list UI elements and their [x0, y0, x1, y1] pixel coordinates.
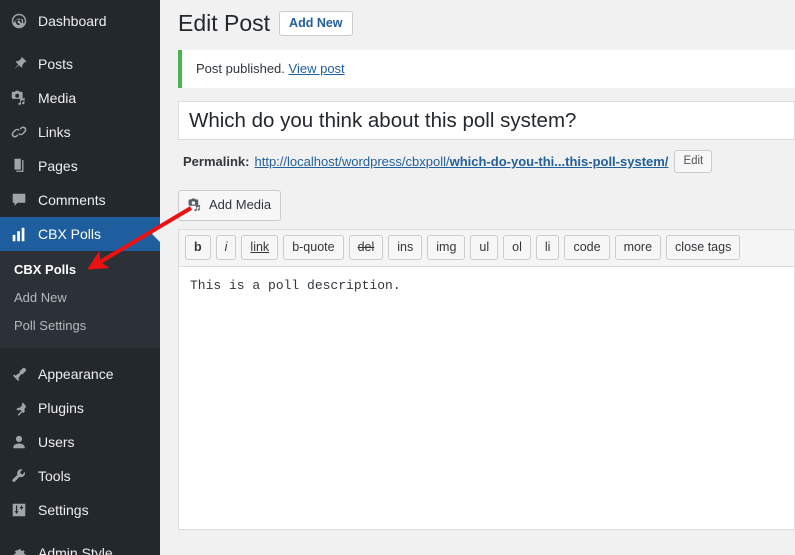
post-title-wrap [178, 101, 795, 140]
dashboard-icon [9, 11, 29, 31]
sidebar-item-label: Comments [38, 192, 106, 208]
media-buttons-row: Add Media [178, 181, 795, 229]
qt-button-b-quote[interactable]: b-quote [283, 235, 344, 260]
permalink-link[interactable]: http://localhost/wordpress/cbxpoll/which… [254, 154, 668, 169]
pages-icon [9, 156, 29, 176]
sidebar-item-label: CBX Polls [38, 226, 102, 242]
submenu-item-poll-settings[interactable]: Poll Settings [0, 312, 160, 340]
admin-sidebar: Dashboard Posts Media Links Pages Commen… [0, 0, 160, 555]
sidebar-item-media[interactable]: Media [0, 81, 160, 115]
sidebar-item-pages[interactable]: Pages [0, 149, 160, 183]
page-header: Edit Post Add New [160, 0, 795, 44]
permalink-base: http://localhost/wordpress/cbxpoll/ [254, 154, 450, 169]
pin-icon [9, 54, 29, 74]
page-title: Edit Post [178, 10, 271, 36]
post-content-textarea[interactable] [179, 267, 794, 529]
add-media-button[interactable]: Add Media [178, 190, 282, 221]
wp-admin-screen: Dashboard Posts Media Links Pages Commen… [0, 0, 795, 555]
media-icon [186, 195, 204, 215]
sidebar-item-tools[interactable]: Tools [0, 459, 160, 493]
sidebar-item-settings[interactable]: Settings [0, 493, 160, 527]
post-title-input[interactable] [189, 106, 784, 135]
menu-separator [0, 348, 160, 357]
sidebar-item-label: Media [38, 90, 77, 106]
sidebar-item-plugins[interactable]: Plugins [0, 391, 160, 425]
qt-button-i[interactable]: i [215, 235, 237, 260]
wrench-icon [9, 466, 29, 486]
qt-button-ins[interactable]: ins [388, 235, 423, 260]
menu-separator [0, 527, 160, 536]
qt-button-link[interactable]: link [241, 235, 279, 260]
sidebar-item-label: Tools [38, 468, 71, 484]
sidebar-item-label: Pages [38, 158, 78, 174]
quicktags-toolbar: b i link b-quote del ins img ul ol li co… [179, 230, 794, 267]
sidebar-item-label: Settings [38, 502, 89, 518]
qt-button-close-tags[interactable]: close tags [666, 235, 741, 260]
post-body: Permalink: http://localhost/wordpress/cb… [178, 101, 795, 530]
plug-icon [9, 398, 29, 418]
view-post-link[interactable]: View post [289, 61, 345, 76]
sidebar-item-users[interactable]: Users [0, 425, 160, 459]
sidebar-item-posts[interactable]: Posts [0, 47, 160, 81]
media-icon [9, 88, 29, 108]
chart-bars-icon [9, 224, 29, 244]
sidebar-item-label: Links [38, 124, 71, 140]
sidebar-item-label: Admin Style [38, 545, 113, 555]
sidebar-item-label: Appearance [38, 366, 114, 382]
sidebar-item-links[interactable]: Links [0, 115, 160, 149]
qt-button-b[interactable]: b [185, 235, 211, 260]
current-menu-notch [152, 226, 160, 242]
sidebar-item-label: Posts [38, 56, 74, 72]
content-editor: b i link b-quote del ins img ul ol li co… [178, 229, 795, 530]
permalink-label: Permalink: [183, 154, 250, 169]
gear-icon [9, 543, 29, 555]
sidebar-item-label: Dashboard [38, 13, 107, 29]
paintbrush-icon [9, 364, 29, 384]
user-icon [9, 432, 29, 452]
add-new-button[interactable]: Add New [279, 11, 353, 36]
edit-slug-button[interactable]: Edit [674, 150, 713, 173]
qt-button-li[interactable]: li [535, 235, 560, 260]
qt-button-ul[interactable]: ul [470, 235, 499, 260]
status-notice: Post published. View post [178, 50, 795, 88]
qt-button-code[interactable]: code [564, 235, 610, 260]
qt-button-more[interactable]: more [614, 235, 662, 260]
qt-button-img[interactable]: img [427, 235, 466, 260]
qt-button-del[interactable]: del [348, 235, 384, 260]
qt-button-ol[interactable]: ol [503, 235, 531, 260]
add-media-label: Add Media [209, 197, 272, 212]
sidebar-item-admin-style[interactable]: Admin Style [0, 536, 160, 555]
sidebar-item-cbx-polls[interactable]: CBX Polls [0, 217, 160, 251]
submenu-item-add-new[interactable]: Add New [0, 284, 160, 312]
permalink-row: Permalink: http://localhost/wordpress/cb… [178, 140, 795, 181]
comments-icon [9, 190, 29, 210]
main-content: Edit Post Add New Post published. View p… [160, 0, 795, 555]
sidebar-item-label: Users [38, 434, 75, 450]
cbx-polls-submenu: CBX Polls Add New Poll Settings [0, 251, 160, 348]
notice-text: Post published. [196, 61, 285, 76]
sliders-icon [9, 500, 29, 520]
link-icon [9, 122, 29, 142]
sidebar-item-comments[interactable]: Comments [0, 183, 160, 217]
sidebar-item-appearance[interactable]: Appearance [0, 357, 160, 391]
menu-separator [0, 38, 160, 47]
submenu-item-cbx-polls[interactable]: CBX Polls [0, 256, 160, 284]
permalink-slug: which-do-you-thi...this-poll-system/ [449, 154, 669, 169]
sidebar-item-label: Plugins [38, 400, 84, 416]
sidebar-item-dashboard[interactable]: Dashboard [0, 4, 160, 38]
